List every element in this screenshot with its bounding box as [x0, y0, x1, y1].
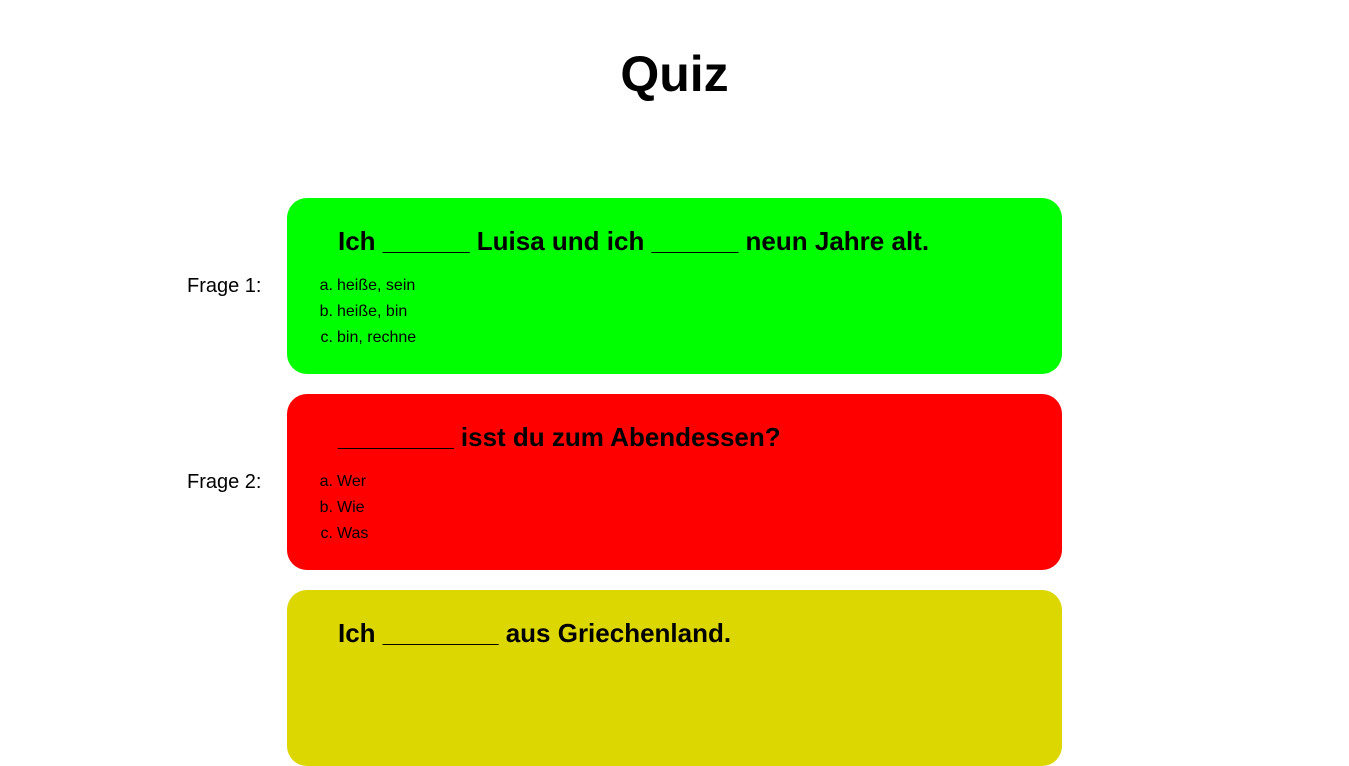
- option-letter: a.: [319, 277, 333, 294]
- answer-option-c[interactable]: c. Was: [321, 521, 369, 547]
- answer-option-b[interactable]: b. Wie: [320, 495, 368, 521]
- option-text: Wer: [337, 473, 367, 490]
- question-card: Ich ________ aus Griechenland.: [287, 590, 1062, 766]
- option-letter: a.: [319, 473, 333, 490]
- option-text: Wie: [337, 499, 365, 516]
- option-text: Was: [337, 525, 369, 542]
- answer-options: a. Wer b. Wie c. Was: [320, 469, 369, 547]
- option-letter: b.: [319, 499, 333, 516]
- question-text: ________ isst du zum Abendessen?: [338, 422, 781, 452]
- answer-options: a. heiße, sein b. heiße, bin c. bin, rec…: [320, 273, 417, 351]
- option-text: heiße, bin: [337, 303, 408, 320]
- answer-option-b[interactable]: b. heiße, bin: [320, 299, 416, 325]
- answer-option-a[interactable]: a. heiße, sein: [320, 273, 416, 299]
- option-letter: c.: [320, 525, 333, 542]
- option-letter: c.: [320, 329, 333, 346]
- question-card: ________ isst du zum Abendessen? a. Wer …: [287, 394, 1062, 570]
- option-text: heiße, sein: [337, 277, 416, 294]
- question-text: Ich ________ aus Griechenland.: [338, 618, 732, 648]
- question-label: Frage 2:: [187, 471, 262, 493]
- question-card: Ich ______ Luisa und ich ______ neun Jah…: [287, 198, 1062, 374]
- answer-option-a[interactable]: a. Wer: [320, 469, 368, 495]
- question-row-3: Ich ________ aus Griechenland.: [0, 590, 1349, 766]
- question-row-2: Frage 2: ________ isst du zum Abendessen…: [0, 394, 1349, 570]
- option-letter: b.: [319, 303, 333, 320]
- page-title: Quiz: [620, 46, 729, 102]
- answer-option-c[interactable]: c. bin, rechne: [321, 325, 417, 351]
- question-row-1: Frage 1: Ich ______ Luisa und ich ______…: [0, 198, 1349, 374]
- question-label: Frage 1:: [187, 275, 262, 297]
- option-text: bin, rechne: [337, 329, 417, 346]
- question-text: Ich ______ Luisa und ich ______ neun Jah…: [338, 226, 930, 256]
